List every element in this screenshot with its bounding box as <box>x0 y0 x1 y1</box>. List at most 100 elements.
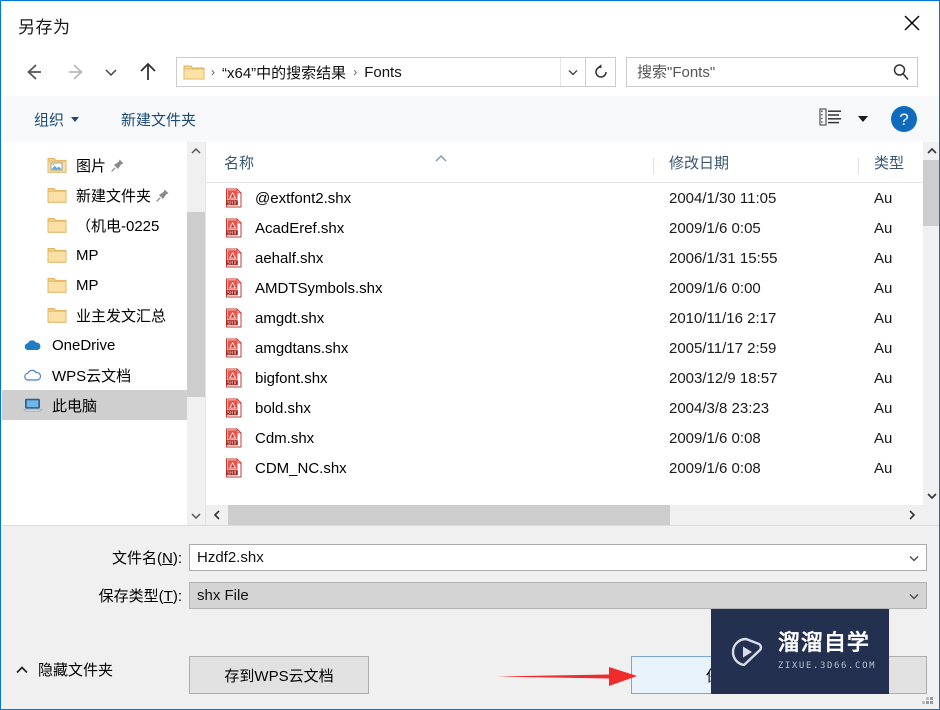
pin-icon[interactable] <box>110 158 125 173</box>
file-date-cell: 2006/1/31 15:55 <box>669 249 778 267</box>
file-list-pane: 名称 修改日期 类型 SHX @extfont2.shx 2004/1/30 1… <box>206 142 939 525</box>
folder-icon <box>47 278 67 293</box>
sidebar-item-5[interactable]: 业主发文汇总 <box>2 300 205 330</box>
column-header-date[interactable]: 修改日期 <box>654 152 859 182</box>
sidebar-item-8[interactable]: 此电脑 <box>2 390 205 420</box>
file-name-label: aehalf.shx <box>255 249 324 267</box>
table-row[interactable]: SHX Cdm.shx 2009/1/6 0:08 Au <box>206 423 939 453</box>
resize-grip-icon[interactable] <box>921 692 935 706</box>
filename-value: Hzdf2.shx <box>197 549 264 566</box>
shx-file-icon: SHX <box>226 338 242 358</box>
navpane-scroll-down-button[interactable] <box>187 507 205 525</box>
table-row[interactable]: SHX bigfont.shx 2003/12/9 18:57 Au <box>206 363 939 393</box>
arrow-up-icon <box>140 62 156 80</box>
sidebar-item-4[interactable]: MP <box>2 270 205 300</box>
shx-file-icon: SHX <box>226 458 242 478</box>
sidebar-item-2[interactable]: （机电-0225 <box>2 210 205 240</box>
navpane-scroll-up-button[interactable] <box>187 142 205 160</box>
table-row[interactable]: SHX AcadEref.shx 2009/1/6 0:05 Au <box>206 213 939 243</box>
table-row[interactable]: SHX bold.shx 2004/3/8 23:23 Au <box>206 393 939 423</box>
change-view-button[interactable] <box>818 106 844 132</box>
new-folder-button[interactable]: 新建文件夹 <box>115 105 202 134</box>
shx-file-icon: SHX <box>226 428 242 448</box>
table-row[interactable]: SHX aehalf.shx 2006/1/31 15:55 Au <box>206 243 939 273</box>
sidebar-item-label: MP <box>76 246 99 264</box>
file-date-cell: 2009/1/6 0:08 <box>669 429 761 447</box>
file-scroll-down-button[interactable] <box>923 487 939 505</box>
up-button[interactable] <box>130 54 166 90</box>
file-date-cell: 2005/11/17 2:59 <box>669 339 777 357</box>
close-button[interactable] <box>884 2 939 44</box>
hscroll-right-button[interactable] <box>901 505 923 525</box>
recent-locations-button[interactable] <box>98 54 124 90</box>
sidebar-item-0[interactable]: 图片 <box>2 150 205 180</box>
help-button[interactable]: ? <box>890 105 918 133</box>
file-list-vertical-scrollbar[interactable] <box>923 142 939 525</box>
svg-text:SHX: SHX <box>227 350 236 355</box>
pictures-folder-icon <box>46 156 68 174</box>
folder-icon <box>46 216 68 234</box>
command-toolbar: 组织 新建文件夹 ? <box>2 96 939 142</box>
sidebar-item-6[interactable]: OneDrive <box>2 330 205 360</box>
file-name-cell: SHX amgdt.shx <box>206 308 654 328</box>
search-box[interactable] <box>626 57 918 87</box>
svg-text:?: ? <box>899 110 908 129</box>
table-row[interactable]: SHX @extfont2.shx 2004/1/30 11:05 Au <box>206 183 939 213</box>
breadcrumb-item-1[interactable]: Fonts <box>361 64 405 81</box>
filetype-select[interactable]: shx File <box>189 582 927 609</box>
file-scroll-thumb[interactable] <box>923 160 939 226</box>
hscroll-left-button[interactable] <box>206 505 228 525</box>
table-row[interactable]: SHX CDM_NC.shx 2009/1/6 0:08 Au <box>206 453 939 483</box>
breadcrumb-item-0[interactable]: “x64”中的搜索结果 <box>219 62 349 83</box>
watermark-brand: 溜溜自学 <box>777 631 870 657</box>
sidebar-item-7[interactable]: WPS云文档 <box>2 360 205 390</box>
onedrive-cloud-icon <box>22 336 44 354</box>
svg-text:SHX: SHX <box>227 290 236 295</box>
hscroll-thumb[interactable] <box>228 505 670 525</box>
address-dropdown-button[interactable] <box>560 58 585 86</box>
column-header-name[interactable]: 名称 <box>206 152 654 182</box>
navpane-scroll-thumb[interactable] <box>187 212 205 397</box>
help-icon: ? <box>891 106 917 132</box>
table-row[interactable]: SHX AMDTSymbols.shx 2009/1/6 0:00 Au <box>206 273 939 303</box>
hscroll-track[interactable] <box>228 505 901 525</box>
sidebar-item-1[interactable]: 新建文件夹 <box>2 180 205 210</box>
arrow-right-icon <box>69 64 83 80</box>
file-name-cell: SHX AMDTSymbols.shx <box>206 278 654 298</box>
close-icon <box>904 15 920 31</box>
file-date-cell: 2004/1/30 11:05 <box>669 189 777 207</box>
file-scroll-up-button[interactable] <box>923 142 939 160</box>
file-date-cell: 2003/12/9 18:57 <box>669 369 778 387</box>
forward-button[interactable] <box>58 54 94 90</box>
table-row[interactable]: SHX amgdt.shx 2010/11/16 2:17 Au <box>206 303 939 333</box>
filename-dropdown-button[interactable] <box>902 545 926 570</box>
filename-input[interactable]: Hzdf2.shx <box>189 544 927 571</box>
pin-icon <box>156 189 169 202</box>
navpane-scrollbar[interactable] <box>187 142 205 525</box>
shx-file-icon: SHX <box>226 278 242 298</box>
table-row[interactable]: SHX amgdtans.shx 2005/11/17 2:59 Au <box>206 333 939 363</box>
filetype-value: shx File <box>197 587 249 604</box>
pin-icon[interactable] <box>155 188 170 203</box>
search-button[interactable] <box>885 62 917 82</box>
sidebar-item-3[interactable]: MP <box>2 240 205 270</box>
filetype-dropdown-button[interactable] <box>902 583 926 608</box>
view-options-dropdown[interactable] <box>858 116 868 122</box>
file-scroll-track[interactable] <box>923 160 939 487</box>
file-name-label: Cdm.shx <box>255 429 315 447</box>
folder-icon <box>47 218 67 233</box>
address-path-box[interactable]: › “x64”中的搜索结果 › Fonts <box>176 57 586 87</box>
hide-folders-toggle[interactable]: 隐藏文件夹 <box>15 659 113 680</box>
refresh-button[interactable] <box>586 57 616 87</box>
folder-icon <box>46 276 68 294</box>
organize-button[interactable]: 组织 <box>28 105 85 134</box>
sidebar-item-label: 此电脑 <box>52 397 98 415</box>
file-rows: SHX @extfont2.shx 2004/1/30 11:05 Au SHX Acad… <box>206 183 939 483</box>
navpane-scroll-track[interactable] <box>187 160 205 507</box>
file-list-horizontal-scrollbar[interactable] <box>206 505 939 525</box>
back-button[interactable] <box>16 54 52 90</box>
filename-row: 文件名(N): Hzdf2.shx <box>2 544 932 571</box>
search-input[interactable] <box>627 62 885 82</box>
save-to-wps-cloud-button[interactable]: 存到WPS云文档 <box>189 656 369 694</box>
sidebar-item-label: 新建文件夹 <box>76 187 152 205</box>
